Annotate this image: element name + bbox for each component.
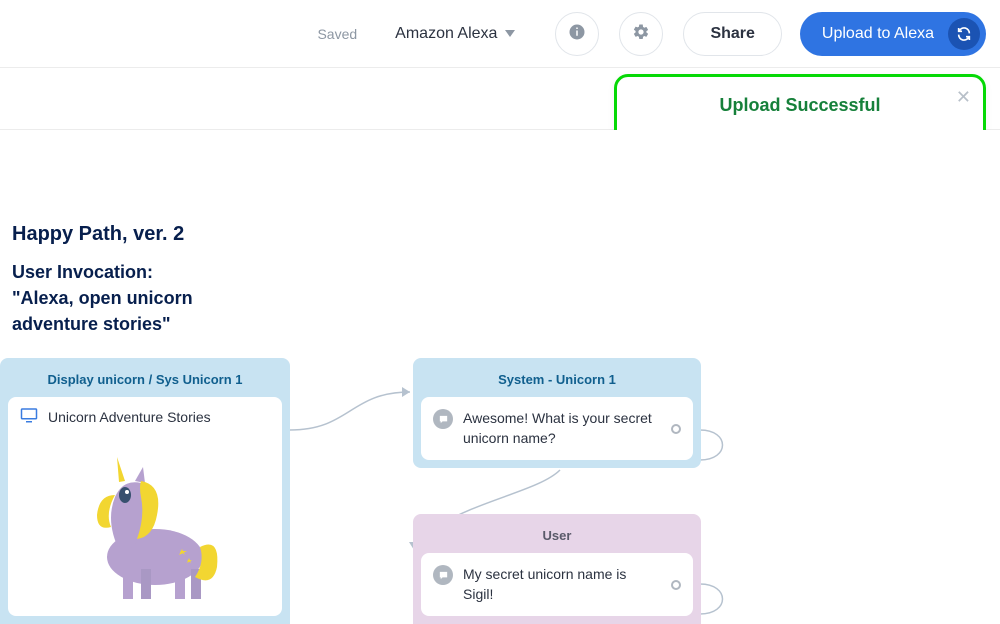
info-icon (568, 23, 586, 44)
system-message-row[interactable]: Awesome! What is your secret unicorn nam… (421, 397, 693, 460)
settings-button[interactable] (619, 12, 663, 56)
monitor-icon (20, 407, 48, 426)
info-button[interactable] (555, 12, 599, 56)
display-header-text: Unicorn Adventure Stories (48, 409, 211, 425)
toast-title: Upload Successful (651, 95, 949, 116)
platform-dropdown[interactable]: Amazon Alexa (395, 25, 515, 43)
gear-icon (632, 23, 650, 44)
close-icon[interactable]: ✕ (956, 87, 971, 108)
user-message-text: My secret unicorn name is Sigil! (463, 566, 626, 602)
caret-down-icon (505, 25, 515, 43)
display-header: Unicorn Adventure Stories (20, 407, 270, 426)
speech-bubble-icon (433, 409, 453, 429)
flow-title: Happy Path, ver. 2 (12, 220, 193, 249)
output-port[interactable] (671, 580, 681, 590)
unicorn-image (20, 434, 270, 604)
user-message-row[interactable]: My secret unicorn name is Sigil! (421, 553, 693, 616)
flow-heading: Happy Path, ver. 2 User Invocation: "Ale… (12, 220, 193, 337)
upload-label: Upload to Alexa (822, 25, 934, 43)
flow-canvas[interactable]: Happy Path, ver. 2 User Invocation: "Ale… (0, 130, 1000, 620)
display-node-body: Unicorn Adventure Stories (8, 397, 282, 616)
share-button[interactable]: Share (683, 12, 781, 56)
invocation-line-1: "Alexa, open unicorn (12, 285, 193, 311)
user-node[interactable]: User My secret unicorn name is Sigil! (413, 514, 701, 624)
speech-bubble-icon (433, 565, 453, 585)
upload-to-alexa-button[interactable]: Upload to Alexa (800, 12, 986, 56)
user-node-title: User (421, 522, 693, 553)
saved-status: Saved (317, 26, 357, 42)
invocation-label: User Invocation: (12, 259, 193, 285)
platform-label: Amazon Alexa (395, 25, 497, 43)
system-message-text: Awesome! What is your secret unicorn nam… (463, 410, 652, 446)
system-node[interactable]: System - Unicorn 1 Awesome! What is your… (413, 358, 701, 468)
display-node[interactable]: Display unicorn / Sys Unicorn 1 Unicorn … (0, 358, 290, 624)
output-port[interactable] (671, 424, 681, 434)
top-toolbar: Saved Amazon Alexa Share Upload to Alexa (0, 0, 1000, 68)
invocation-line-2: adventure stories" (12, 311, 193, 337)
system-node-title: System - Unicorn 1 (421, 366, 693, 397)
display-node-title: Display unicorn / Sys Unicorn 1 (8, 366, 282, 397)
refresh-icon (948, 18, 980, 50)
